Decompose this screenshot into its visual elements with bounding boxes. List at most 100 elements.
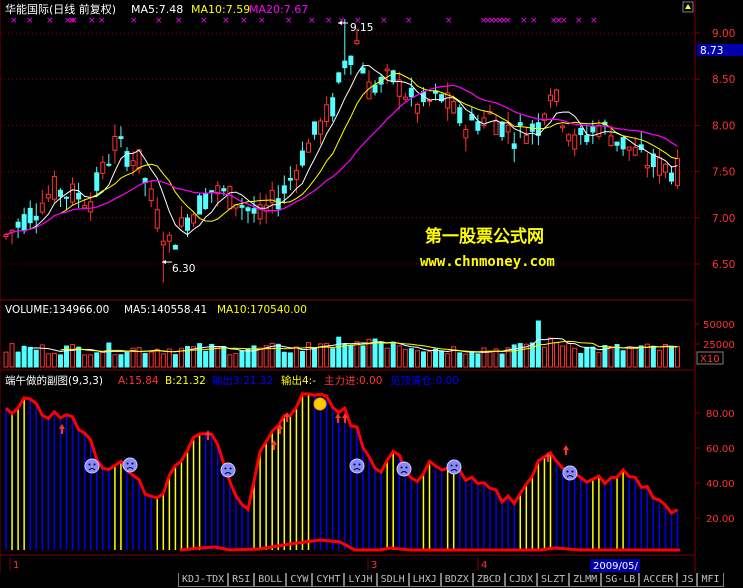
indicator-tab-cjdx[interactable]: CJDX	[504, 573, 538, 587]
volume-bar	[499, 353, 505, 368]
volume-bar	[100, 350, 106, 368]
indicator-tab-cyw[interactable]: CYW	[286, 573, 313, 587]
svg-text:9.15: 9.15	[350, 22, 373, 34]
volume-bar	[620, 350, 626, 368]
candle-body	[372, 84, 378, 93]
candlesticks	[3, 19, 681, 283]
volume-bar	[408, 348, 414, 368]
candle-body	[493, 120, 499, 136]
candle-body	[191, 214, 197, 224]
volume-bar	[287, 352, 293, 368]
high-label: 9.15	[338, 21, 373, 34]
volume-bar	[626, 346, 632, 368]
scroll-up-arrow-icon[interactable]	[682, 1, 694, 13]
svg-text:50000: 50000	[703, 320, 735, 331]
candle-body	[408, 87, 414, 98]
watermark-url: www.chnmoney.com	[420, 254, 555, 270]
indicator-tab-rsi[interactable]: RSI	[228, 573, 255, 587]
candle-body	[560, 125, 566, 129]
indicator-tab-cyht[interactable]: CYHT	[312, 573, 345, 587]
volume-bar	[348, 344, 354, 368]
svg-text:40.00: 40.00	[706, 479, 735, 490]
signal-x-marker: ×	[130, 16, 138, 26]
indicator-tab-lhxj[interactable]: LHXJ	[408, 573, 441, 587]
svg-text:4: 4	[481, 560, 487, 571]
volume-bar	[245, 348, 251, 368]
volume-bar	[154, 348, 160, 368]
svg-text:9.00: 9.00	[712, 28, 735, 40]
volume-bar	[420, 351, 426, 368]
indicator-b-value: B:21.32	[165, 375, 206, 387]
indicator-retail-out: 见顶清仓:0.00	[390, 374, 459, 387]
volume-bar	[384, 347, 390, 368]
candle-body	[402, 96, 408, 100]
candle-body	[396, 79, 402, 97]
volume-bar	[172, 354, 178, 368]
chart-canvas[interactable]: 华能国际(日线 前复权) MA5:7.48 MA10:7.59 MA20:7.6…	[0, 0, 743, 588]
ma20-label: MA20:7.67	[249, 3, 308, 16]
svg-text:6.50: 6.50	[712, 259, 735, 271]
watermark-title: 第一股票公式网	[425, 226, 544, 247]
volume-bar	[142, 353, 148, 368]
volume-bar	[57, 354, 63, 368]
candle-body	[336, 72, 342, 83]
candle-body	[100, 161, 106, 174]
volume-bar	[209, 343, 215, 368]
indicator-tab-mfi[interactable]: MFI	[697, 573, 724, 587]
volume-bar	[632, 347, 638, 368]
volume-bar	[354, 341, 360, 368]
indicator-tab-zbcd[interactable]: ZBCD	[472, 573, 505, 587]
candle-body	[112, 135, 118, 151]
volume-bar	[21, 345, 27, 368]
indicator-tab-bar: KDJ-TDX RSI BOLL CYW CYHT LYJH SDLH LHXJ BDZX ZBC…	[0, 573, 743, 588]
volume-bar	[342, 343, 348, 368]
candle-body	[245, 207, 251, 212]
candle-body	[160, 240, 166, 246]
volume-bar	[548, 337, 553, 368]
indicator-tab-boll[interactable]: BOLL	[254, 573, 287, 587]
indicator-tab-bdzx[interactable]: BDZX	[440, 573, 473, 587]
indicator-tab-sdlh[interactable]: SDLH	[376, 573, 409, 587]
signal-x-marker: ×	[308, 16, 316, 26]
candle-body	[590, 126, 596, 133]
indicator-a-value: A:15.84	[118, 375, 159, 387]
indicator-tab-sg-lb[interactable]: SG-LB	[601, 573, 640, 587]
volume-bar	[82, 354, 88, 368]
indicator-tab-zlmm[interactable]: ZLMM	[569, 573, 602, 587]
volume-bar	[203, 350, 209, 368]
volume-ma5-label: MA5:140558.41	[124, 304, 207, 316]
candle-body	[451, 100, 457, 114]
candle-body	[499, 121, 505, 138]
indicator-tab-lyjh[interactable]: LYJH	[344, 573, 377, 587]
candle-body	[88, 201, 94, 213]
candle-body	[64, 196, 69, 199]
volume-bar	[106, 342, 112, 368]
volume-bar	[487, 350, 493, 368]
candle-body	[82, 204, 88, 209]
candle-body	[15, 221, 21, 228]
candle-body	[566, 134, 572, 142]
sad-face-icon	[220, 462, 236, 478]
candle-body	[33, 215, 39, 221]
candle-body	[342, 60, 348, 69]
volume-bar	[675, 346, 681, 368]
signal-x-marker: ×	[325, 16, 333, 26]
indicator-tab-kdj-tdx[interactable]: KDJ-TDX	[178, 573, 229, 587]
svg-text:3: 3	[371, 560, 377, 571]
candle-body	[251, 208, 257, 214]
ma5-label: MA5:7.48	[131, 3, 183, 16]
candle-body	[51, 176, 57, 200]
indicator-tab-slzt[interactable]: SLZT	[537, 573, 570, 587]
volume-bar	[15, 351, 21, 368]
indicator-tab-js[interactable]: JS	[677, 573, 698, 587]
candle-body	[130, 160, 136, 167]
candle-body	[548, 94, 553, 102]
volume-bar	[566, 342, 572, 368]
indicator-tab-accer[interactable]: ACCER	[639, 573, 678, 587]
volume-bar	[481, 347, 487, 368]
volume-bar	[608, 345, 614, 368]
volume-bar	[160, 353, 166, 368]
svg-text:8.73: 8.73	[700, 45, 723, 57]
volume-bar	[281, 351, 287, 368]
volume-bar	[638, 345, 644, 368]
